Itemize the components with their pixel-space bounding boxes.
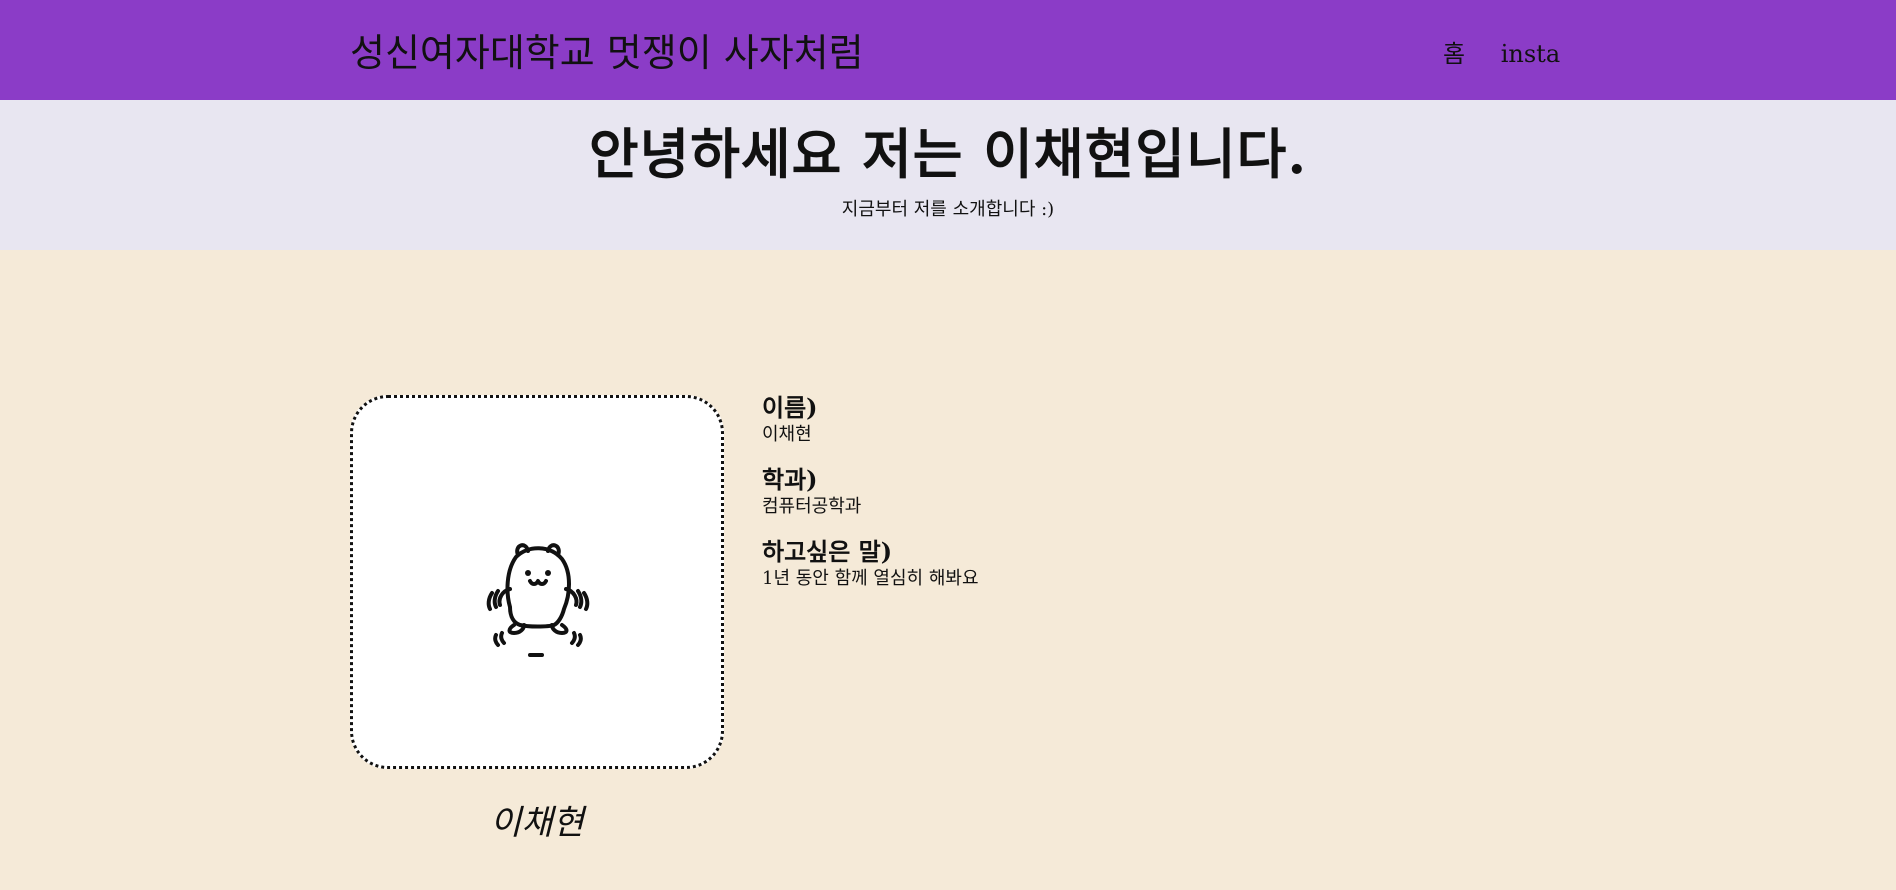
info-value-name: 이채현 bbox=[762, 424, 812, 445]
hero-section: 안녕하세요 저는 이채현입니다. 지금부터 저를 소개합니다 :) bbox=[0, 100, 1896, 250]
info-label-message: 하고싶은 말) bbox=[762, 537, 893, 566]
info-major: 학과) 컴퓨터공학과 bbox=[762, 465, 979, 519]
info-value-major: 컴퓨터공학과 bbox=[762, 496, 862, 517]
info-name: 이름) 이채현 bbox=[762, 393, 979, 447]
main-nav: 홈 insta bbox=[1443, 34, 1588, 69]
profile-info: 이름) 이채현 학과) 컴퓨터공학과 하고싶은 말) 1년 동안 함께 열심히 … bbox=[762, 393, 979, 609]
profile-photo bbox=[350, 395, 724, 769]
site-title: 성신여자대학교 멋쟁이 사자처럼 bbox=[350, 31, 864, 75]
bear-icon bbox=[486, 543, 590, 657]
top-header: 성신여자대학교 멋쟁이 사자처럼 홈 insta bbox=[0, 0, 1896, 100]
info-message: 하고싶은 말) 1년 동안 함께 열심히 해봐요 bbox=[762, 537, 979, 591]
photo-caption: 이채현 bbox=[490, 803, 584, 843]
hero-title: 안녕하세요 저는 이채현입니다. bbox=[588, 122, 1308, 186]
hero-subtitle: 지금부터 저를 소개합니다 :) bbox=[841, 199, 1055, 220]
info-label-major: 학과) bbox=[762, 465, 818, 494]
nav-link-insta[interactable]: insta bbox=[1501, 40, 1560, 68]
info-value-message: 1년 동안 함께 열심히 해봐요 bbox=[762, 568, 979, 589]
nav-link-home[interactable]: 홈 bbox=[1443, 40, 1465, 68]
info-label-name: 이름) bbox=[762, 393, 818, 422]
